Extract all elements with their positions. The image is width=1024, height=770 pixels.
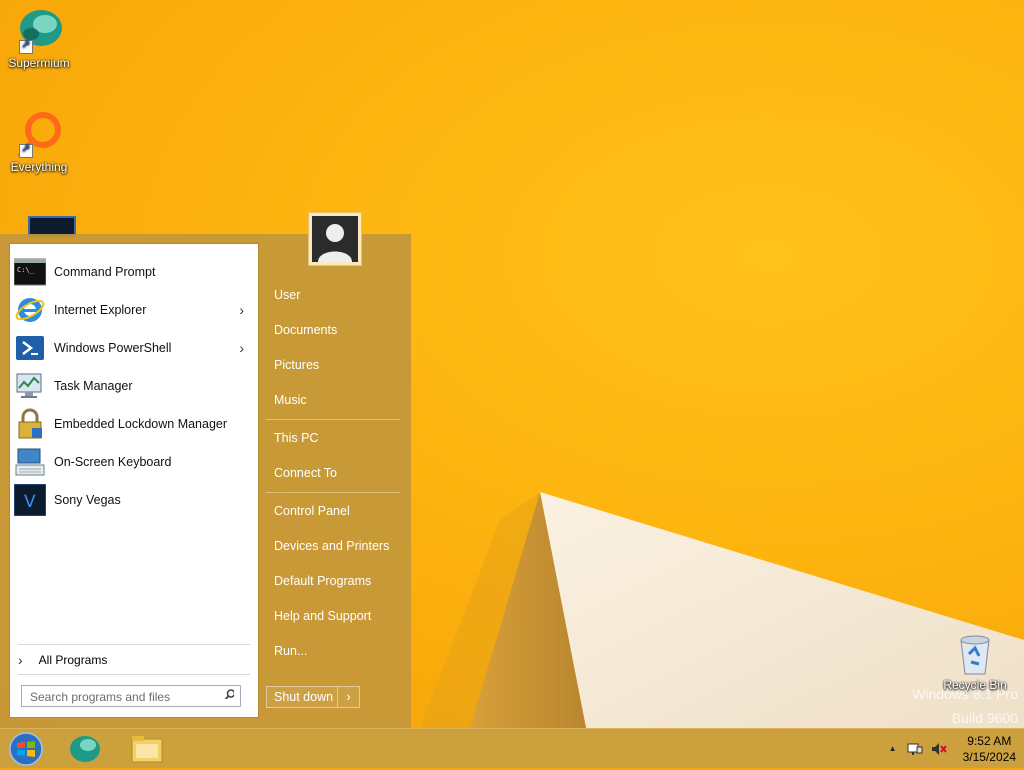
everything-search-icon (15, 110, 63, 158)
taskbar: ▲ 9:52 AM 3/15/2024 (0, 728, 1024, 768)
start-link-documents[interactable]: Documents (274, 323, 337, 337)
start-link-default-programs[interactable]: Default Programs (274, 574, 371, 588)
divider (266, 492, 400, 493)
divider (18, 644, 250, 645)
start-link-run[interactable]: Run... (274, 644, 307, 658)
command-prompt-icon: C:\_ (13, 256, 47, 288)
clock[interactable]: 9:52 AM 3/15/2024 (963, 733, 1016, 765)
desktop-icon-label: Supermium (8, 56, 70, 70)
desktop-icon-supermium[interactable]: Supermium (1, 6, 77, 70)
user-silhouette-icon (312, 216, 358, 262)
divider (266, 419, 400, 420)
shortcut-arrow-icon (19, 38, 33, 54)
submenu-arrow-icon[interactable]: › (239, 340, 244, 356)
program-internet-explorer[interactable]: Internet Explorer › (12, 292, 256, 328)
search-placeholder: Search programs and files (30, 690, 171, 704)
submenu-arrow-icon[interactable]: › (239, 302, 244, 318)
shortcut-arrow-icon (19, 142, 33, 158)
all-programs-label: All Programs (38, 653, 108, 667)
start-link-pictures[interactable]: Pictures (274, 358, 319, 372)
task-manager-icon (14, 370, 46, 402)
program-label: Embedded Lockdown Manager (54, 417, 228, 431)
clock-time: 9:52 AM (967, 734, 1012, 748)
start-link-connect-to[interactable]: Connect To (274, 466, 337, 480)
program-label: Command Prompt (54, 265, 156, 279)
start-link-devices-printers[interactable]: Devices and Printers (274, 539, 389, 553)
svg-text:C:\_: C:\_ (17, 266, 35, 274)
network-icon[interactable] (907, 741, 923, 757)
internet-explorer-icon (14, 294, 46, 326)
windows-watermark-build: Build 9600 (951, 710, 1018, 726)
keyboard-icon (14, 446, 46, 478)
shutdown-options-button[interactable]: › (338, 686, 360, 708)
program-label: On-Screen Keyboard (54, 455, 172, 469)
program-label: Task Manager (54, 379, 133, 393)
desktop-icon-everything[interactable]: Everything (1, 110, 77, 174)
supermium-icon (70, 736, 100, 762)
program-windows-powershell[interactable]: Windows PowerShell › (12, 330, 256, 366)
svg-text:V: V (24, 492, 36, 512)
powershell-icon (14, 332, 46, 364)
program-label: Sony Vegas (54, 493, 121, 507)
taskbar-supermium[interactable] (68, 732, 102, 766)
search-icon (224, 689, 234, 699)
start-button[interactable] (6, 731, 46, 767)
start-menu: C:\_ Command Prompt Internet Explorer › … (0, 234, 411, 728)
program-embedded-lockdown-manager[interactable]: Embedded Lockdown Manager (12, 406, 256, 442)
shutdown-button[interactable]: Shut down (266, 686, 338, 708)
windows-watermark-edition: Windows 8.1 Pro (912, 686, 1018, 702)
chevron-right-icon: › (18, 652, 23, 668)
desktop-icon-recycle-bin[interactable]: Recycle Bin (937, 632, 1013, 692)
search-input[interactable]: Search programs and files (21, 685, 241, 707)
system-tray: ▲ 9:52 AM 3/15/2024 (889, 729, 1016, 769)
volume-muted-icon[interactable] (931, 741, 947, 757)
folder-icon (131, 736, 163, 763)
start-link-control-panel[interactable]: Control Panel (274, 504, 350, 518)
start-menu-programs-pane: C:\_ Command Prompt Internet Explorer › … (9, 243, 259, 718)
supermium-icon (15, 6, 63, 54)
program-label: Windows PowerShell (54, 341, 172, 355)
shutdown-control: Shut down › (266, 686, 360, 708)
program-label: Internet Explorer (54, 303, 147, 317)
start-link-this-pc[interactable]: This PC (274, 431, 318, 445)
start-link-music[interactable]: Music (274, 393, 307, 407)
show-hidden-icons-button[interactable]: ▲ (889, 741, 899, 757)
all-programs-button[interactable]: › All Programs (12, 648, 256, 672)
user-avatar[interactable] (308, 212, 362, 266)
lockdown-manager-icon (14, 408, 46, 440)
clock-date: 3/15/2024 (962, 750, 1016, 764)
windows-orb-icon (9, 732, 43, 766)
taskbar-file-explorer[interactable] (130, 732, 164, 766)
start-link-user[interactable]: User (274, 288, 300, 302)
desktop-icon-label: Everything (10, 160, 68, 174)
sony-vegas-icon: V (13, 483, 47, 517)
program-task-manager[interactable]: Task Manager (12, 368, 256, 404)
program-on-screen-keyboard[interactable]: On-Screen Keyboard (12, 444, 256, 480)
divider (18, 674, 250, 675)
recycle-bin-icon (955, 632, 995, 676)
start-link-help-support[interactable]: Help and Support (274, 609, 371, 623)
program-sony-vegas[interactable]: V Sony Vegas (12, 482, 256, 518)
program-command-prompt[interactable]: C:\_ Command Prompt (12, 254, 256, 290)
